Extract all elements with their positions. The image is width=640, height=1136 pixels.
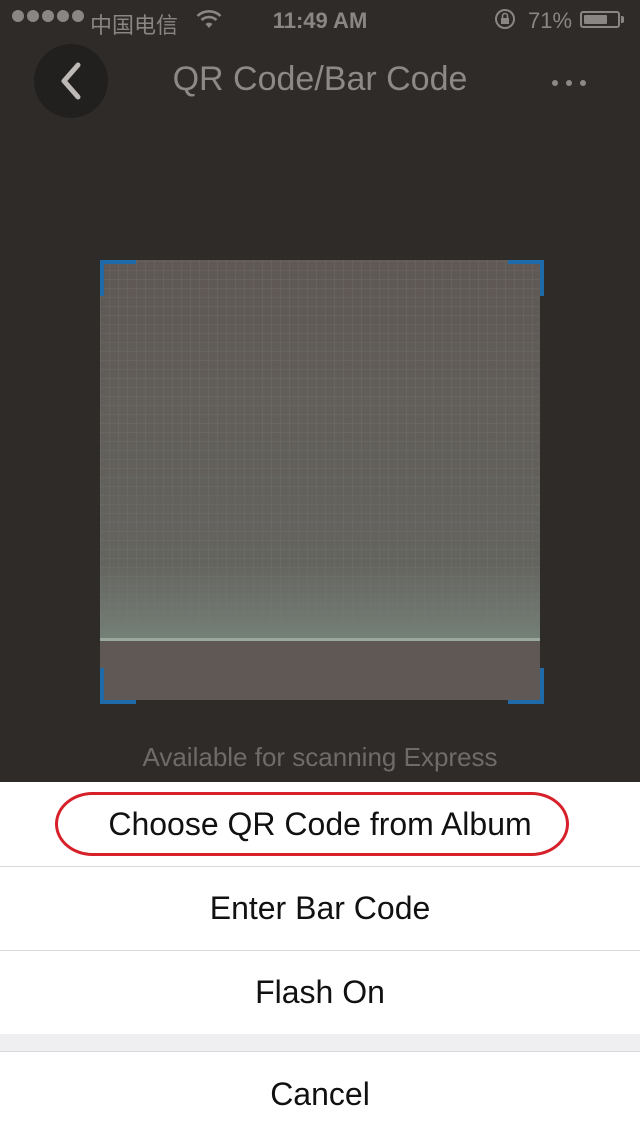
nav-bar: QR Code/Bar Code [0,40,640,124]
choose-qr-from-album-button[interactable]: Choose QR Code from Album [0,782,640,866]
more-horizontal-icon [552,80,558,86]
flash-on-button[interactable]: Flash On [0,951,640,1034]
more-horizontal-icon-dot [566,80,572,86]
battery-percent: 71% [528,8,573,33]
scan-grid-animation [100,260,540,640]
battery-level-fill [584,15,607,24]
cancel-label: Cancel [270,1075,370,1112]
enter-bar-code-button[interactable]: Enter Bar Code [0,867,640,950]
scanner-screen: 中国电信 11:49 AM 71% QR Code/Bar Code Avail… [0,0,640,1136]
scan-corner-bottom-right [508,668,544,704]
choose-qr-from-album-label: Choose QR Code from Album [108,805,532,842]
battery-cap [621,16,624,23]
enter-bar-code-label: Enter Bar Code [209,890,431,926]
more-options-button[interactable] [544,66,594,100]
scan-line [100,638,540,641]
more-horizontal-icon-dot [580,80,586,86]
scan-corner-top-right [508,260,544,296]
scan-corner-top-left [100,260,136,296]
scan-viewport [100,260,540,700]
status-bar: 中国电信 11:49 AM 71% [0,0,640,40]
flash-on-label: Flash On [255,974,385,1010]
rotation-lock-icon [495,9,515,29]
scan-hint-text: Available for scanning Express [142,742,498,772]
action-sheet: Choose QR Code from Album Enter Bar Code… [0,782,640,1136]
cancel-button[interactable]: Cancel [0,1052,640,1136]
scan-corner-bottom-left [100,668,136,704]
battery-icon [580,11,620,28]
